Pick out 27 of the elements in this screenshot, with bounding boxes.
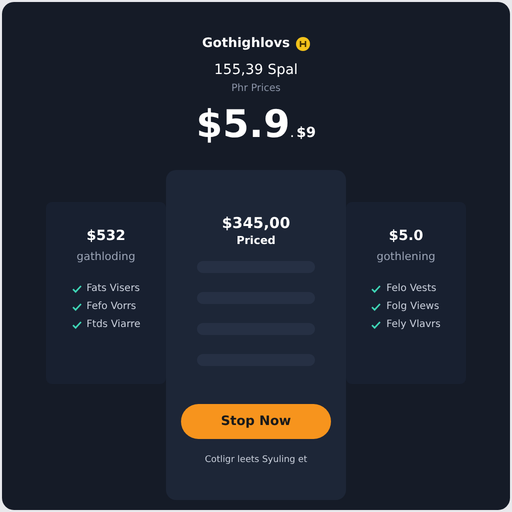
plan-name: gothlening [376, 250, 436, 263]
check-icon [72, 302, 82, 310]
plan-price: $5.0 [388, 228, 424, 244]
check-icon [371, 284, 382, 292]
main-price: $5.9 [196, 102, 290, 146]
check-icon [371, 320, 382, 328]
feature-text: Felo Vests [386, 283, 436, 294]
feature-text: Fefo Vorrs [86, 301, 136, 312]
footnote: Cotligr leets Syuling et [204, 455, 308, 465]
plan-name: Priced [236, 234, 276, 247]
plan-price: $532 [86, 228, 126, 244]
check-icon [72, 320, 82, 328]
subtitle: Phr Prices [231, 83, 281, 94]
headline: 155,39 Spal [214, 62, 298, 78]
feature-text: Fely Vlavrs [386, 319, 441, 330]
price-dot: . [290, 125, 294, 141]
brand-name: Gothighlovs [202, 36, 290, 51]
feature-text: Folg Views [386, 301, 440, 312]
plan-price: $345,00 [222, 214, 290, 232]
small-price: $9 [296, 125, 316, 141]
feature-text: Ftds Viarre [86, 319, 140, 330]
shop-button[interactable]: Stop Now [181, 404, 331, 439]
badge-icon [296, 36, 310, 50]
check-icon [72, 284, 82, 292]
plan-name: gathloding [76, 250, 136, 263]
feature-text: Fats Visers [86, 283, 140, 294]
check-icon [371, 302, 382, 310]
